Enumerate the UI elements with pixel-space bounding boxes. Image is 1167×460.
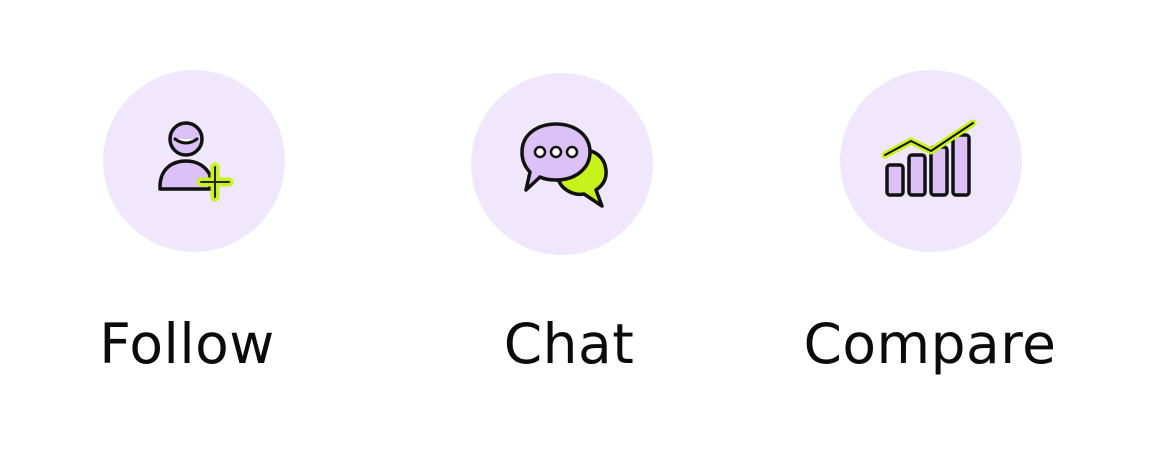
follow-icon-circle (103, 70, 285, 252)
chat-bubbles-icon (520, 122, 608, 208)
compare-icon-circle (840, 70, 1022, 252)
bar-chart-trend-icon (881, 119, 977, 197)
feature-compare[interactable]: Compare (781, 0, 1081, 460)
feature-label: Compare (803, 312, 1057, 376)
feature-label: Chat (503, 312, 635, 376)
feature-follow[interactable]: Follow (44, 0, 344, 460)
add-user-icon (158, 121, 234, 202)
feature-chat[interactable]: Chat (412, 0, 712, 460)
chat-icon-circle (471, 73, 653, 255)
feature-label: Follow (99, 312, 275, 376)
